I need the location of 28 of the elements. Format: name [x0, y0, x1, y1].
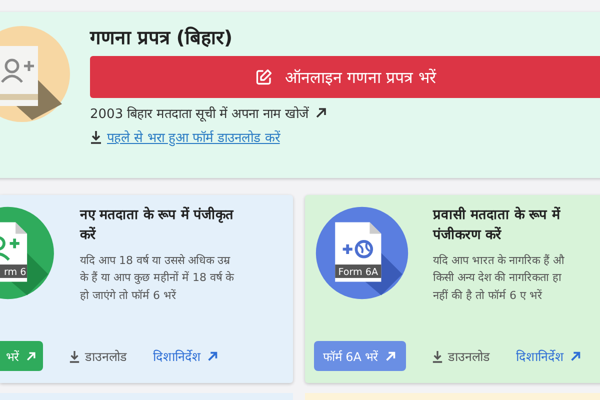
fill-form-button[interactable]: फॉर्म 6A भरें [314, 341, 406, 371]
form-document-icon [0, 206, 54, 300]
external-link-icon [384, 350, 398, 362]
edit-icon [255, 68, 273, 86]
document-icon [0, 24, 72, 124]
external-link-icon [206, 350, 219, 362]
form-label: rm 6 [4, 267, 26, 278]
download-icon [90, 130, 102, 144]
search-link[interactable]: 2003 बिहार मतदाता सूची में अपना नाम खोजें [90, 104, 310, 122]
form-document-icon [316, 206, 408, 300]
card-title: नए मतदाता के रूप में पंजीकृत करें [80, 206, 234, 246]
download-link[interactable]: डाउनलोड [448, 348, 490, 364]
form-label: Form 6A [338, 267, 378, 278]
fill-form-button[interactable]: ऑनलाइन गणना प्रपत्र भरें [90, 56, 600, 98]
card-title: गणना प्रपत्र (बिहार) [90, 26, 234, 50]
external-link-icon [25, 350, 37, 362]
external-link-icon [314, 106, 328, 120]
download-link[interactable]: पहले से भरा हुआ फॉर्म डाउनलोड करें [107, 128, 280, 146]
guidelines-link[interactable]: दिशानिर्देश [516, 348, 564, 364]
fill-form-button[interactable]: भरें [0, 341, 43, 371]
guidelines-link[interactable]: दिशानिर्देश [153, 348, 201, 364]
card-title: प्रवासी मतदाता के रूप में पंजीकरण करें [433, 206, 562, 246]
external-link-icon [569, 350, 582, 362]
download-icon [69, 350, 80, 362]
download-icon [432, 350, 443, 362]
card-description: यदि आप 18 वर्ष या उससे अधिक उम्र के हैं या आप कुछ महीनों में 18 वर्ष के हो जाएंगे तो फॉर्म 6 भरें [80, 252, 234, 304]
download-link[interactable]: डाउनलोड [85, 348, 127, 364]
card-description: यदि आप भारत के नागरिक हैं औ किसी अन्य देश की नागरिकता हा नहीं की है तो फॉर्म 6 ए भरें [433, 252, 564, 304]
